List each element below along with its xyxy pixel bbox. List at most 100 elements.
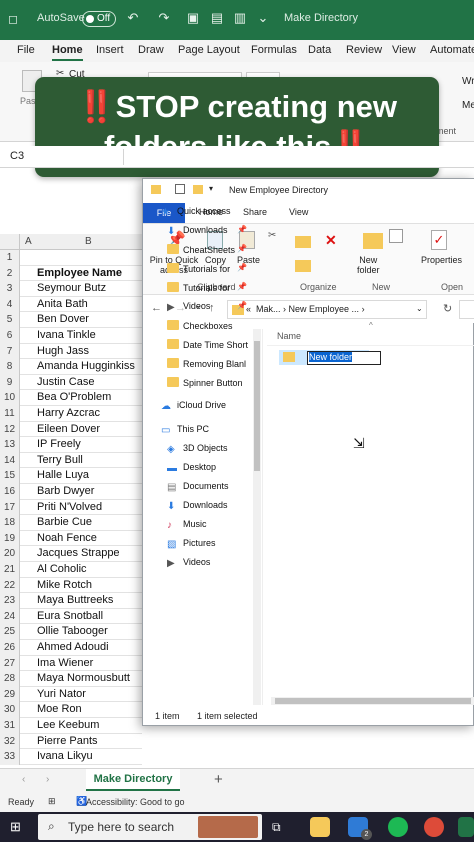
- quick-access-icon-2[interactable]: ▥: [233, 11, 247, 25]
- new-folder-icon[interactable]: [363, 231, 383, 249]
- employee-name-cell[interactable]: Justin Case: [37, 376, 94, 388]
- tab-insert[interactable]: Insert: [96, 44, 124, 56]
- sidebar-item[interactable]: ⬇ Downloads: [167, 500, 228, 512]
- customize-chevron-icon[interactable]: ⌄: [256, 11, 270, 25]
- address-bar[interactable]: « Mak... › New Employee ... › ⌄: [227, 300, 427, 319]
- employee-name-cell[interactable]: Halle Luya: [37, 469, 89, 481]
- back-icon[interactable]: ←: [151, 302, 162, 314]
- tab-view[interactable]: View: [289, 207, 308, 217]
- employee-name-cell[interactable]: Mike Rotch: [37, 579, 92, 591]
- refresh-icon[interactable]: ↻: [443, 302, 452, 315]
- row-number[interactable]: 32: [0, 733, 20, 750]
- employee-name-cell[interactable]: Priti N'Volved: [37, 501, 102, 513]
- employee-name-cell[interactable]: Hugh Jass: [37, 345, 89, 357]
- employee-name-cell[interactable]: Jacques Strappe: [37, 547, 120, 559]
- row-number[interactable]: 22: [0, 577, 20, 594]
- dropdown-icon[interactable]: ▾: [209, 184, 213, 193]
- new-item-icon[interactable]: [389, 229, 403, 243]
- row-number[interactable]: 1: [0, 250, 20, 266]
- employee-name-cell[interactable]: Noah Fence: [37, 532, 97, 544]
- chrome-taskbar-icon[interactable]: [424, 817, 444, 837]
- row-number[interactable]: 26: [0, 640, 20, 656]
- row-number[interactable]: 24: [0, 608, 20, 625]
- row-number[interactable]: 13: [0, 437, 20, 453]
- scrollbar-thumb[interactable]: [254, 341, 260, 471]
- tab-home[interactable]: Home: [52, 44, 83, 61]
- employee-name-cell[interactable]: Eileen Dover: [37, 423, 100, 435]
- merge-label[interactable]: Me: [462, 100, 474, 111]
- employee-name-cell[interactable]: Lee Keebum: [37, 719, 99, 731]
- employee-name-cell[interactable]: Ahmed Adoudi: [37, 641, 109, 653]
- row-number[interactable]: 3: [0, 281, 20, 297]
- properties-icon[interactable]: ✓: [431, 230, 447, 250]
- employee-name-cell[interactable]: Ben Dover: [37, 313, 89, 325]
- taskbar-search-box[interactable]: ⌕ Type here to search: [38, 814, 262, 840]
- file-list-scrollbar[interactable]: [271, 697, 474, 705]
- employee-name-cell[interactable]: Ollie Tabooger: [37, 625, 108, 637]
- row-number[interactable]: 18: [0, 515, 20, 531]
- employee-name-cell[interactable]: IP Freely: [37, 438, 81, 450]
- sidebar-item[interactable]: CheatSheets: [167, 244, 235, 255]
- row-number[interactable]: 23: [0, 593, 20, 609]
- accessibility-status[interactable]: Accessibility: Good to go: [86, 797, 185, 807]
- sidebar-item[interactable]: ⬇ Downloads: [167, 225, 228, 237]
- tab-file[interactable]: File: [17, 44, 35, 56]
- checkbox-icon[interactable]: [175, 184, 185, 194]
- sidebar-item[interactable]: ▤ Documents: [167, 481, 229, 493]
- name-box[interactable]: C3: [4, 149, 124, 165]
- employee-name-cell[interactable]: Ivana Likyu: [37, 750, 93, 762]
- tab-data[interactable]: Data: [308, 44, 331, 56]
- undo-icon[interactable]: ↶: [126, 11, 140, 25]
- copy-to-icon[interactable]: [295, 260, 311, 272]
- tab-view[interactable]: View: [392, 44, 416, 56]
- row-number[interactable]: 7: [0, 343, 20, 360]
- employee-name-cell[interactable]: Pierre Pants: [37, 735, 98, 747]
- row-number[interactable]: 9: [0, 374, 20, 391]
- wrap-text-label[interactable]: Wr: [462, 76, 474, 87]
- sidebar-item[interactable]: ★ Quick access: [161, 206, 231, 218]
- employee-name-cell[interactable]: Al Coholic: [37, 563, 87, 575]
- properties-button[interactable]: Properties: [421, 255, 462, 265]
- employee-name-cell[interactable]: Yuri Nator: [37, 688, 86, 700]
- scrollbar-thumb[interactable]: [275, 698, 471, 704]
- rename-input[interactable]: New folder: [307, 351, 381, 365]
- employee-name-cell[interactable]: Moe Ron: [37, 703, 82, 715]
- tab-review[interactable]: Review: [346, 44, 382, 56]
- macro-record-icon[interactable]: ⊞: [48, 796, 56, 807]
- breadcrumb-item-1[interactable]: Mak...: [256, 304, 281, 314]
- new-folder-item[interactable]: New folder: [279, 350, 381, 365]
- file-explorer-taskbar-icon[interactable]: [310, 817, 330, 837]
- row-number[interactable]: 6: [0, 328, 20, 344]
- redo-icon[interactable]: ↷: [157, 11, 171, 25]
- row-number[interactable]: 12: [0, 421, 20, 438]
- row-number[interactable]: 10: [0, 390, 20, 406]
- employee-name-cell[interactable]: Maya Buttreeks: [37, 594, 113, 606]
- employee-name-cell[interactable]: Terry Bull: [37, 454, 83, 466]
- row-number[interactable]: 20: [0, 546, 20, 562]
- row-number[interactable]: 29: [0, 686, 20, 703]
- row-number[interactable]: 25: [0, 624, 20, 640]
- row-number[interactable]: 5: [0, 312, 20, 328]
- sidebar-item[interactable]: ▧ Pictures: [167, 538, 216, 550]
- spotify-taskbar-icon[interactable]: [388, 817, 408, 837]
- tab-share[interactable]: Share: [243, 207, 267, 217]
- row-number[interactable]: 4: [0, 296, 20, 313]
- windows-start-icon[interactable]: ⊞: [10, 820, 24, 834]
- employee-name-cell[interactable]: Harry Azcrac: [37, 407, 100, 419]
- sidebar-item[interactable]: ☁ iCloud Drive: [161, 400, 226, 412]
- employee-name-cell[interactable]: Eura Snotball: [37, 610, 103, 622]
- tab-page-layout[interactable]: Page Layout: [178, 44, 240, 56]
- sidebar-item[interactable]: ▶ Videos: [167, 301, 210, 313]
- sheet-tab-make-directory[interactable]: Make Directory: [86, 769, 180, 791]
- sidebar-item[interactable]: Removing Blanl: [167, 358, 246, 369]
- row-number[interactable]: 14: [0, 452, 20, 469]
- autosave-toggle[interactable]: Off: [82, 11, 116, 27]
- row-number[interactable]: 8: [0, 359, 20, 375]
- task-view-icon[interactable]: ⧉: [272, 820, 281, 835]
- delete-icon[interactable]: ✕: [325, 232, 337, 249]
- row-number[interactable]: 33: [0, 749, 20, 765]
- sidebar-item[interactable]: ▬ Desktop: [167, 462, 216, 474]
- column-b-header[interactable]: B: [85, 236, 92, 247]
- sidebar-item[interactable]: Tutorials for: [167, 282, 230, 293]
- folder-icon[interactable]: [193, 185, 203, 194]
